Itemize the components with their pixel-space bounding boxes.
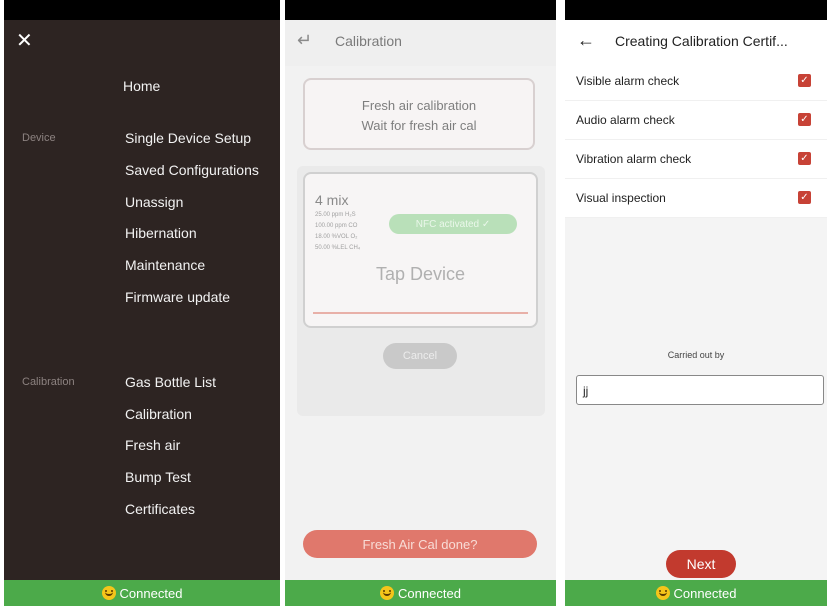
- smiley-icon: [380, 586, 395, 600]
- menu-screen: ✕ Home Device Single Device Setup Saved …: [4, 0, 280, 606]
- page-title: Calibration: [335, 33, 402, 49]
- certificate-screen: ← Creating Calibration Certif... Visible…: [565, 0, 827, 606]
- check-label: Audio alarm check: [576, 113, 675, 127]
- progress-line: [313, 312, 528, 314]
- menu-item-single-device-setup[interactable]: Single Device Setup: [125, 130, 251, 146]
- smiley-icon: [101, 586, 116, 600]
- menu-item-firmware-update[interactable]: Firmware update: [125, 289, 230, 305]
- back-arrow-icon[interactable]: ↵: [297, 30, 312, 51]
- menu-item-hibernation[interactable]: Hibernation: [125, 225, 197, 241]
- app-bar: [285, 20, 556, 66]
- menu-item-gas-bottle-list[interactable]: Gas Bottle List: [125, 374, 216, 390]
- status-bar: [4, 0, 280, 20]
- check-label: Visual inspection: [576, 191, 666, 205]
- menu-item-fresh-air[interactable]: Fresh air: [125, 437, 180, 453]
- menu-item-unassign[interactable]: Unassign: [125, 194, 183, 210]
- carried-out-by-input[interactable]: jj: [576, 375, 824, 405]
- menu-item-bump-test[interactable]: Bump Test: [125, 469, 191, 485]
- smiley-icon: [655, 586, 670, 600]
- connection-status-bar: Connected: [285, 580, 556, 606]
- back-arrow-icon[interactable]: ←: [577, 30, 595, 51]
- menu-item-saved-configurations[interactable]: Saved Configurations: [125, 162, 259, 178]
- connection-status-bar: Connected: [4, 580, 280, 606]
- checkbox-checked[interactable]: ✓: [798, 74, 811, 87]
- check-row-vibration-alarm[interactable]: Vibration alarm check ✓: [565, 140, 827, 179]
- checkbox-checked[interactable]: ✓: [798, 113, 811, 126]
- connection-status-label: Connected: [673, 585, 737, 601]
- mix-title: 4 mix: [315, 192, 349, 208]
- status-bar: [565, 0, 827, 20]
- fresh-air-card: Fresh air calibration Wait for fresh air…: [303, 78, 535, 150]
- calibration-screen: ↵ Calibration Fresh air calibration Wait…: [285, 0, 556, 606]
- tap-device-card[interactable]: 4 mix 25.00 ppm H₂S 100.00 ppm CO 18.00 …: [303, 172, 538, 328]
- menu-item-certificates[interactable]: Certificates: [125, 501, 195, 517]
- next-button[interactable]: Next: [666, 550, 736, 578]
- check-row-visible-alarm[interactable]: Visible alarm check ✓: [565, 62, 827, 101]
- fresh-air-title: Fresh air calibration: [361, 98, 477, 113]
- checkbox-checked[interactable]: ✓: [798, 152, 811, 165]
- connection-status-bar: Connected: [565, 580, 827, 606]
- section-label-device: Device: [22, 132, 56, 144]
- fresh-air-cal-done-button[interactable]: Fresh Air Cal done?: [303, 530, 537, 558]
- gas-line: 100.00 ppm CO: [315, 223, 358, 229]
- checkbox-checked[interactable]: ✓: [798, 191, 811, 204]
- status-bar: [285, 0, 556, 20]
- menu-item-maintenance[interactable]: Maintenance: [125, 257, 205, 273]
- fresh-air-subtitle: Wait for fresh air cal: [361, 118, 477, 133]
- gas-line: 25.00 ppm H₂S: [315, 212, 356, 218]
- check-row-audio-alarm[interactable]: Audio alarm check ✓: [565, 101, 827, 140]
- tap-device-label: Tap Device: [375, 264, 466, 284]
- check-label: Vibration alarm check: [576, 152, 692, 166]
- connection-status-label: Connected: [119, 585, 183, 601]
- gas-line: 18.00 %VOL O₂: [315, 234, 358, 240]
- cancel-button[interactable]: Cancel: [383, 343, 457, 369]
- page-title: Creating Calibration Certif...: [615, 33, 788, 49]
- connection-status-label: Connected: [398, 585, 461, 601]
- gas-line: 50.00 %LEL CH₄: [315, 245, 361, 251]
- nfc-status-badge: NFC activated ✓: [389, 214, 517, 234]
- carried-out-by-label: Carried out by: [667, 350, 725, 360]
- close-icon[interactable]: ✕: [16, 28, 33, 53]
- check-label: Visible alarm check: [576, 74, 680, 88]
- check-row-visual-inspection[interactable]: Visual inspection ✓: [565, 179, 827, 218]
- menu-item-calibration[interactable]: Calibration: [125, 406, 192, 422]
- section-label-calibration: Calibration: [22, 376, 75, 388]
- menu-item-home[interactable]: Home: [123, 78, 160, 94]
